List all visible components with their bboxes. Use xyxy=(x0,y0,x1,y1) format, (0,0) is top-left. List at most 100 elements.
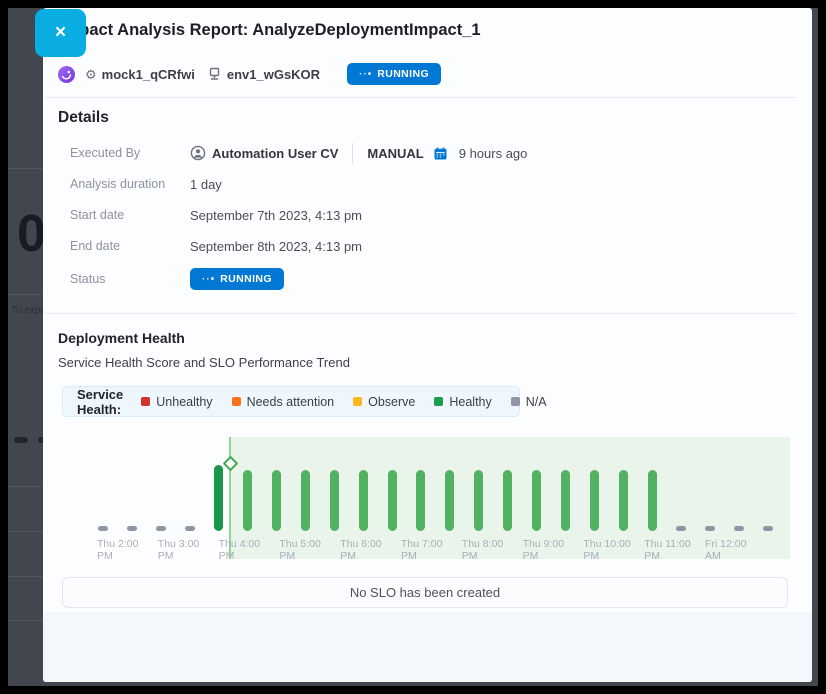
legend-title: Service Health: xyxy=(77,387,123,417)
legend-item: Healthy xyxy=(434,395,491,409)
underlay-divider xyxy=(8,531,44,532)
health-bar-healthy xyxy=(243,470,252,531)
underlay-big-number: 0 xyxy=(17,208,46,260)
health-bar-healthy xyxy=(272,470,281,531)
running-spinner-dots: ··• xyxy=(202,274,215,285)
health-bar-na xyxy=(734,526,744,532)
analysis-duration-value: 1 day xyxy=(190,177,222,192)
legend-swatch-icon xyxy=(511,397,520,406)
section-divider xyxy=(45,313,796,314)
legend-items: Unhealthy Needs attention Observe Healthy N/… xyxy=(141,395,565,409)
health-bar-na xyxy=(185,526,195,532)
header-divider xyxy=(45,97,796,98)
status-row-badge: ··• RUNNING xyxy=(190,268,284,290)
health-bar-healthy xyxy=(648,470,657,531)
end-date-value: September 8th 2023, 4:13 pm xyxy=(190,239,362,254)
close-icon: × xyxy=(55,22,66,44)
end-date-row: End date September 8th 2023, 4:13 pm xyxy=(70,235,362,257)
health-bar-healthy xyxy=(301,470,310,531)
health-bar-healthy xyxy=(214,465,223,531)
x-axis-tick-label: Thu 11:00PM xyxy=(644,539,691,562)
legend-item-label: N/A xyxy=(526,395,547,409)
health-bar-na xyxy=(127,526,137,532)
vertical-separator xyxy=(352,143,353,163)
health-bar-healthy xyxy=(532,470,541,531)
health-bar-healthy xyxy=(474,470,483,531)
service-tag: mock1_qCRfwi xyxy=(102,67,195,82)
start-date-value: September 7th 2023, 4:13 pm xyxy=(190,208,362,223)
health-bar-na xyxy=(676,526,686,532)
details-heading: Details xyxy=(58,109,109,127)
underlay-divider xyxy=(8,168,44,169)
service-gear-icon: ⚙ xyxy=(85,68,97,81)
x-axis-tick-label: Thu 8:00PM xyxy=(462,539,503,562)
legend-item: Needs attention xyxy=(232,395,335,409)
legend-swatch-icon xyxy=(232,397,241,406)
deployment-health-heading: Deployment Health xyxy=(58,330,185,346)
start-date-row: Start date September 7th 2023, 4:13 pm xyxy=(70,204,362,226)
executed-by-label: Executed By xyxy=(70,146,190,160)
health-bar-healthy xyxy=(416,470,425,531)
x-axis-tick-label: Thu 10:00PM xyxy=(583,539,630,562)
x-axis-tick-label: Thu 5:00PM xyxy=(279,539,320,562)
page-title: Impact Analysis Report: AnalyzeDeploymen… xyxy=(60,21,481,40)
health-bar-healthy xyxy=(561,470,570,531)
start-date-label: Start date xyxy=(70,208,190,222)
x-axis-tick-label: Thu 9:00PM xyxy=(523,539,564,562)
x-axis-tick-label: Thu 2:00PM xyxy=(97,539,138,562)
health-bar-na xyxy=(156,526,166,532)
status-label: Status xyxy=(70,272,190,286)
health-bar-na xyxy=(763,526,773,532)
underlay-divider xyxy=(8,486,44,487)
legend-item: Unhealthy xyxy=(141,395,212,409)
end-date-label: End date xyxy=(70,239,190,253)
executed-time: 9 hours ago xyxy=(459,146,528,161)
calendar-icon xyxy=(434,147,447,160)
health-bar-healthy xyxy=(590,470,599,531)
legend-item-label: Unhealthy xyxy=(156,395,212,409)
health-bar-healthy xyxy=(388,470,397,531)
deployment-health-subtitle: Service Health Score and SLO Performance… xyxy=(58,355,350,370)
health-bar-healthy xyxy=(445,470,454,531)
legend-item: N/A xyxy=(511,395,547,409)
x-axis-tick-label: Thu 4:00PM xyxy=(219,539,260,562)
underlay-partial-text: To expa xyxy=(11,305,46,316)
environment-icon xyxy=(208,67,221,81)
running-spinner-dots: ··• xyxy=(359,69,372,80)
trigger-type: MANUAL xyxy=(367,146,423,161)
underlay-divider xyxy=(8,620,44,621)
legend-item-label: Observe xyxy=(368,395,415,409)
executed-by-user: Automation User CV xyxy=(212,146,338,161)
analysis-duration-row: Analysis duration 1 day xyxy=(70,173,222,195)
service-health-legend: Service Health: Unhealthy Needs attention… xyxy=(62,386,520,417)
report-meta-row: ⚙ mock1_qCRfwi env1_wGsKOR ··• RUNNING xyxy=(58,62,441,86)
x-axis-tick-label: Thu 6:00PM xyxy=(340,539,381,562)
health-bar-healthy xyxy=(619,470,628,531)
status-badge-label: RUNNING xyxy=(377,68,429,80)
status-row: Status ··• RUNNING xyxy=(70,268,284,290)
impact-analysis-report-modal: Impact Analysis Report: AnalyzeDeploymen… xyxy=(43,8,812,682)
underlay-bar-stub xyxy=(14,437,28,443)
legend-swatch-icon xyxy=(353,397,362,406)
slo-empty-message: No SLO has been created xyxy=(350,585,500,600)
modal-footer-area xyxy=(43,612,812,682)
legend-item: Observe xyxy=(353,395,415,409)
health-bar-healthy xyxy=(503,470,512,531)
legend-item-label: Needs attention xyxy=(247,395,335,409)
health-bar-healthy xyxy=(359,470,368,531)
executed-by-row: Executed By Automation User CV MANUAL xyxy=(70,142,527,164)
legend-swatch-icon xyxy=(434,397,443,406)
health-bar-healthy xyxy=(330,470,339,531)
environment-tag: env1_wGsKOR xyxy=(227,67,320,82)
status-badge: ··• RUNNING xyxy=(347,63,441,85)
x-axis-tick-label: Thu 7:00PM xyxy=(401,539,442,562)
status-row-badge-label: RUNNING xyxy=(220,273,272,285)
user-icon xyxy=(190,145,206,161)
legend-item-label: Healthy xyxy=(449,395,491,409)
close-modal-button[interactable]: × xyxy=(35,9,86,57)
underlay-divider xyxy=(8,294,44,295)
health-chart: Thu 2:00PMThu 3:00PMThu 4:00PMThu 5:00PM… xyxy=(62,432,790,562)
analysis-duration-label: Analysis duration xyxy=(70,177,190,191)
underlay-divider xyxy=(8,576,44,577)
slo-empty-state: No SLO has been created xyxy=(62,577,788,608)
